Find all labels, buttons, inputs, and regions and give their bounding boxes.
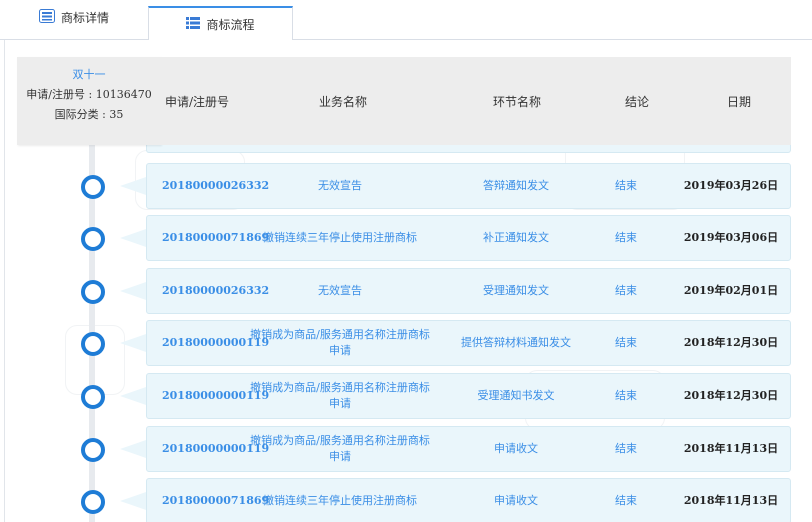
record-business: 撤销连续三年停止使用注册商标 (263, 494, 417, 507)
process-panel: 双十一 申请/注册号 : 10136470 国际分类 : 35 申请/注册号 业… (4, 40, 812, 522)
record-step: 申请收文 (494, 494, 538, 507)
record-date: 2019年03月06日 (683, 231, 779, 244)
process-record-card: 20180000000119 撤销成为商品/服务通用名称注册商标申请 提供答辩材料通… (146, 320, 791, 366)
process-record-card: 20180000071869 撤销连续三年停止使用注册商标 申请收文 结束 2018年1… (146, 478, 791, 522)
record-step: 受理通知书发文 (477, 389, 555, 402)
record-conclusion: 结束 (615, 284, 637, 297)
record-date: 2018年12月30日 (683, 389, 779, 402)
timeline-node-icon (81, 332, 105, 356)
header-date: 日期 (727, 95, 752, 109)
record-conclusion: 结束 (615, 179, 637, 192)
timeline-row: 20180000071869 撤销连续三年停止使用注册商标 补正通知发文 结束 2019… (5, 215, 812, 261)
header-step: 环节名称 (493, 95, 542, 109)
timeline-node-icon (81, 227, 105, 251)
timeline-node-icon (81, 280, 105, 304)
record-business: 撤销连续三年停止使用注册商标 (263, 231, 417, 244)
record-conclusion: 结束 (615, 389, 637, 402)
card-pointer (120, 282, 146, 300)
record-step: 补正通知发文 (483, 231, 549, 244)
tab-trademark-details[interactable]: 商标详情 (0, 0, 148, 40)
record-step: 受理通知发文 (483, 284, 549, 297)
trademark-name[interactable]: 双十一 (17, 65, 161, 85)
card-pointer (120, 492, 146, 510)
record-conclusion: 结束 (615, 442, 637, 455)
header-conclusion: 结论 (625, 95, 650, 109)
process-record-card: 20180000071869 撤销连续三年停止使用注册商标 补正通知发文 结束 2019… (146, 215, 791, 261)
card-pointer (120, 387, 146, 405)
timeline-row: 20180000026332 无效宣告 答辩通知发文 结束 2019年03月26日 (5, 163, 812, 209)
record-conclusion: 结束 (615, 231, 637, 244)
card-pointer (120, 440, 146, 458)
timeline-row: 20180000000119 撤销成为商品/服务通用名称注册商标申请 提供答辩材料通… (5, 320, 812, 366)
header-reg-no: 申请/注册号 (165, 95, 230, 109)
record-business: 撤销成为商品/服务通用名称注册商标申请 (250, 381, 430, 410)
record-business: 撤销成为商品/服务通用名称注册商标申请 (250, 434, 430, 463)
list-icon (186, 16, 201, 32)
header-business: 业务名称 (319, 95, 368, 109)
record-business: 撤销成为商品/服务通用名称注册商标申请 (250, 328, 430, 357)
record-date: 2019年02月01日 (683, 284, 779, 297)
table-header: 申请/注册号 业务名称 环节名称 结论 日期 (161, 57, 791, 145)
tab-bar: 商标详情 商标流程 (0, 0, 812, 41)
process-record-card: 20180000000119 撤销成为商品/服务通用名称注册商标申请 受理通知书发文… (146, 373, 791, 419)
trademark-info-card: 双十一 申请/注册号 : 10136470 国际分类 : 35 (17, 57, 161, 145)
record-step: 答辩通知发文 (483, 179, 549, 192)
record-step: 申请收文 (494, 442, 538, 455)
tab-label: 商标详情 (60, 10, 109, 25)
trademark-class: 国际分类 : 35 (54, 108, 124, 121)
card-pointer (120, 229, 146, 247)
timeline-row: 20180000071869 撤销连续三年停止使用注册商标 申请收文 结束 2018年1… (5, 478, 812, 522)
timeline-node-icon (81, 438, 105, 462)
card-pointer (120, 334, 146, 352)
record-step: 提供答辩材料通知发文 (461, 336, 571, 349)
timeline-row: 20180000000119 撤销成为商品/服务通用名称注册商标申请 受理通知书发文… (5, 373, 812, 419)
process-record-card: 20180000026332 无效宣告 受理通知发文 结束 2019年02月01日 (146, 268, 791, 314)
process-record-card: 20180000026332 无效宣告 答辩通知发文 结束 2019年03月26日 (146, 163, 791, 209)
record-date: 2018年11月13日 (683, 442, 779, 455)
timeline-row: 20180000026332 无效宣告 受理通知发文 结束 2019年02月01日 (5, 268, 812, 314)
document-icon (38, 8, 55, 26)
record-date: 2018年11月13日 (683, 494, 779, 507)
record-business: 无效宣告 (318, 284, 362, 297)
record-conclusion: 结束 (615, 494, 637, 507)
timeline-row: 20180000000119 撤销成为商品/服务通用名称注册商标申请 申请收文 结束 2… (5, 426, 812, 472)
tab-label: 商标流程 (206, 17, 255, 32)
timeline-node-icon (81, 490, 105, 514)
process-record-card: 20180000000119 撤销成为商品/服务通用名称注册商标申请 申请收文 结束 2… (146, 426, 791, 472)
tab-trademark-process[interactable]: 商标流程 (148, 6, 293, 41)
timeline-node-icon (81, 175, 105, 199)
record-business: 无效宣告 (318, 179, 362, 192)
card-pointer (120, 177, 146, 195)
trademark-reg-number: 申请/注册号 : 10136470 (26, 88, 152, 101)
record-conclusion: 结束 (615, 336, 637, 349)
timeline-node-icon (81, 385, 105, 409)
record-date: 2019年03月26日 (683, 179, 779, 192)
record-date: 2018年12月30日 (683, 336, 779, 349)
